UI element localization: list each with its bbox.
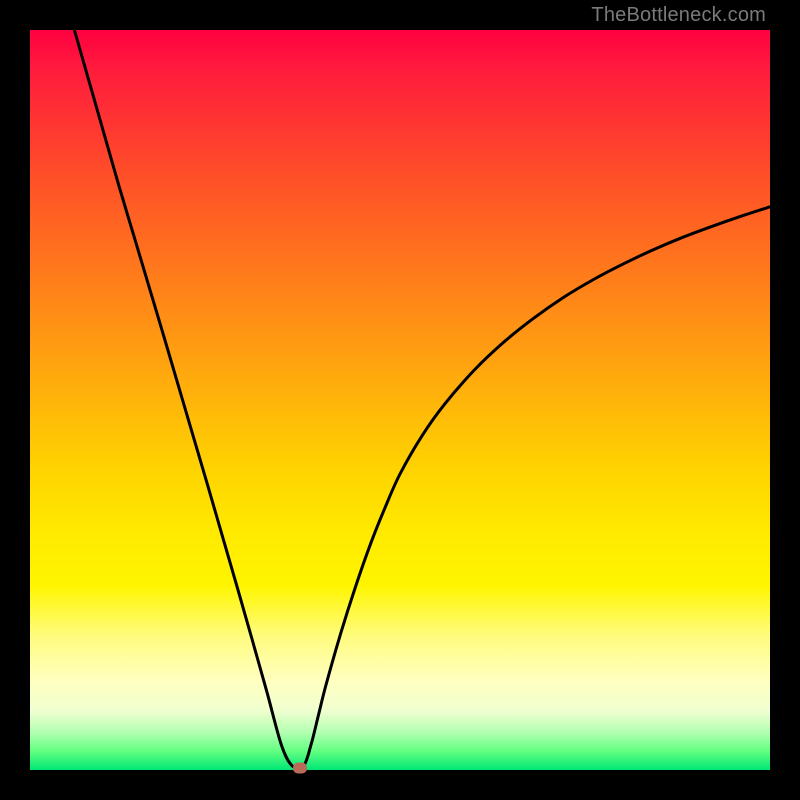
bottleneck-curve xyxy=(74,30,770,769)
plot-area xyxy=(30,30,770,770)
curve-svg xyxy=(30,30,770,770)
chart-frame: TheBottleneck.com xyxy=(0,0,800,800)
optimal-point-marker xyxy=(293,762,307,773)
watermark-text: TheBottleneck.com xyxy=(591,4,766,27)
